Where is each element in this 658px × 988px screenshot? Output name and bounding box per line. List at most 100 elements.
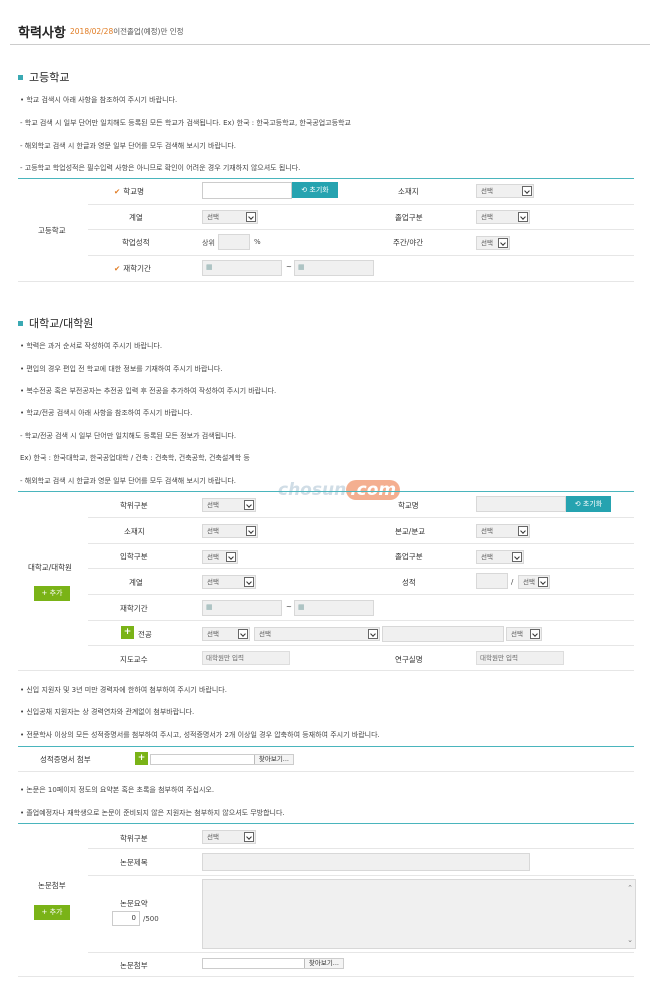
uni-degree-select[interactable]: 선택 (202, 498, 256, 512)
thesis-count-input[interactable]: 0 (112, 911, 140, 926)
uni-major-search-input[interactable] (382, 626, 504, 642)
uni-campus-label: 본교/분교 (395, 527, 426, 536)
uni-school-name-input[interactable] (476, 496, 566, 512)
thesis-title-input[interactable] (202, 853, 530, 871)
hs-reset-button[interactable]: ⟲ 초기화 (292, 182, 338, 198)
button-label: 초기화 (309, 186, 329, 194)
chevron-down-icon (498, 238, 508, 248)
calendar-icon[interactable]: ▦ (298, 263, 305, 271)
thesis-summary-textarea[interactable]: ⌃ ⌄ (202, 879, 636, 949)
uni-campus-select[interactable]: 선택 (476, 524, 530, 538)
section-title-text: 고등학교 (29, 71, 70, 84)
uni-table-topline (18, 491, 634, 492)
uni-major-select-2[interactable]: 선택 (254, 627, 380, 641)
hs-daynight-select[interactable]: 선택 (476, 236, 510, 250)
thesis-add-button[interactable]: + 추가 (34, 905, 70, 920)
uni-row-line (18, 670, 634, 671)
uni-entrance-select[interactable]: 선택 (202, 550, 238, 564)
thesis-note-1: • 논문은 10페이지 정도의 요약본 혹은 초록을 첨부하여 주십시오. (20, 786, 215, 794)
uni-major-label: 전공 (138, 630, 152, 639)
uni-note-1: • 학력은 과거 순서로 작성하여 주시기 바랍니다. (20, 342, 163, 350)
calendar-icon[interactable]: ▦ (298, 603, 305, 611)
chevron-down-icon (518, 212, 528, 222)
uni-gpa-label: 성적 (402, 578, 416, 587)
calendar-icon[interactable]: ▦ (206, 603, 213, 611)
hs-graduation-select[interactable]: 선택 (476, 210, 530, 224)
thesis-table-topline (18, 823, 634, 824)
page-subtitle: 2018/02/28이전졸업(예정)만 인정 (70, 26, 184, 37)
hs-school-name-input[interactable] (202, 182, 292, 199)
hs-period-end-input[interactable]: ▦ (294, 260, 374, 276)
hs-grade-input[interactable] (218, 234, 250, 250)
hs-period-start-input[interactable]: ▦ (202, 260, 282, 276)
hs-table-topline (18, 178, 634, 179)
transcript-note-3: • 전문학사 이상의 모든 성적증명서를 첨부하여 주시고, 성적증명서가 2개… (20, 731, 380, 739)
transcript-label: 성적증명서 첨부 (40, 755, 91, 764)
uni-research-input[interactable]: 대학원만 입력 (476, 651, 564, 665)
hs-group-label: 고등학교 (38, 226, 66, 235)
uni-period-start-input[interactable]: ▦ (202, 600, 282, 616)
hs-location-label: 소재지 (398, 187, 419, 196)
calendar-icon[interactable]: ▦ (206, 263, 213, 271)
transcript-browse-button[interactable]: 찾아보기... (253, 755, 293, 764)
scroll-down-icon[interactable]: ⌄ (627, 936, 633, 944)
uni-add-button[interactable]: + 추가 (34, 586, 70, 601)
uni-school-name-label: 학교명 (398, 501, 419, 510)
select-value: 선택 (511, 630, 523, 638)
uni-row-line (88, 543, 634, 544)
hs-row-line (88, 229, 634, 230)
transcript-file-input[interactable]: 찾아보기... (150, 754, 294, 765)
uni-major-select-3[interactable]: 선택 (506, 627, 542, 641)
hs-grade-label: 학업성적 (122, 238, 150, 247)
thesis-row-line (88, 875, 634, 876)
uni-location-select[interactable]: 선택 (202, 524, 258, 538)
uni-track-select[interactable]: 선택 (202, 575, 256, 589)
chevron-down-icon (518, 526, 528, 536)
select-value: 선택 (207, 213, 219, 221)
thesis-degree-select[interactable]: 선택 (202, 830, 256, 844)
label-text: 재학기간 (123, 264, 151, 273)
thesis-file-input[interactable]: 찾아보기... (202, 958, 344, 969)
uni-major-select-1[interactable]: 선택 (202, 627, 250, 641)
select-value: 선택 (523, 578, 535, 586)
uni-advisor-input[interactable]: 대학원만 입력 (202, 651, 290, 665)
required-check-icon: ✔ (114, 187, 121, 196)
thesis-row-line (88, 848, 634, 849)
uni-entrance-label: 입학구분 (120, 552, 148, 561)
hs-daynight-label: 주간/야간 (393, 238, 424, 247)
uni-period-end-input[interactable]: ▦ (294, 600, 374, 616)
watermark-text: chosun (278, 480, 347, 500)
thesis-note-2: • 졸업예정자나 재학생으로 논문이 준비되지 않은 지원자는 첨부하지 않으셔… (20, 809, 285, 817)
hs-location-select[interactable]: 선택 (476, 184, 534, 198)
uni-add-major-button[interactable]: + (121, 626, 134, 639)
title-divider (10, 44, 650, 45)
uni-graduation-label: 졸업구분 (395, 552, 423, 561)
select-value: 선택 (207, 527, 219, 535)
scroll-up-icon[interactable]: ⌃ (627, 884, 633, 892)
uni-gpa-scale-select[interactable]: 선택 (518, 575, 550, 589)
subtitle-text: 이전졸업(예정)만 인정 (113, 27, 184, 36)
chevron-down-icon (368, 629, 378, 639)
select-value: 선택 (481, 213, 493, 221)
hs-note-4: - 고등학교 학업성적은 필수입력 사항은 아니므로 확인이 어려운 경우 기재… (20, 164, 301, 172)
hs-track-select[interactable]: 선택 (202, 210, 258, 224)
uni-research-label: 연구실명 (395, 655, 423, 664)
button-label: 초기화 (582, 500, 603, 508)
uni-row-line (88, 568, 634, 569)
uni-gpa-input[interactable] (476, 573, 508, 589)
uni-period-label: 재학기간 (120, 604, 148, 613)
uni-row-line (88, 517, 634, 518)
uni-note-4: • 학교/전공 검색시 아래 사항을 참조하여 주시기 바랍니다. (20, 409, 193, 417)
hs-row-line (18, 281, 634, 282)
uni-note-7: - 해외학교 검색 시 한글과 영문 일부 단어를 모두 검색해 보시기 바랍니… (20, 477, 236, 485)
uni-row-line (88, 594, 634, 595)
thesis-browse-button[interactable]: 찾아보기... (303, 959, 343, 968)
uni-note-2: • 편입의 경우 편입 전 학교에 대한 정보를 기재하여 주시기 바랍니다. (20, 365, 223, 373)
chevron-down-icon (244, 832, 254, 842)
chevron-down-icon (226, 552, 236, 562)
transcript-add-button[interactable]: + (135, 752, 148, 765)
page-title: 학력사항 (18, 26, 66, 41)
uni-graduation-select[interactable]: 선택 (476, 550, 524, 564)
transcript-topline (18, 746, 634, 747)
uni-reset-button[interactable]: ⟲ 초기화 (566, 496, 611, 512)
